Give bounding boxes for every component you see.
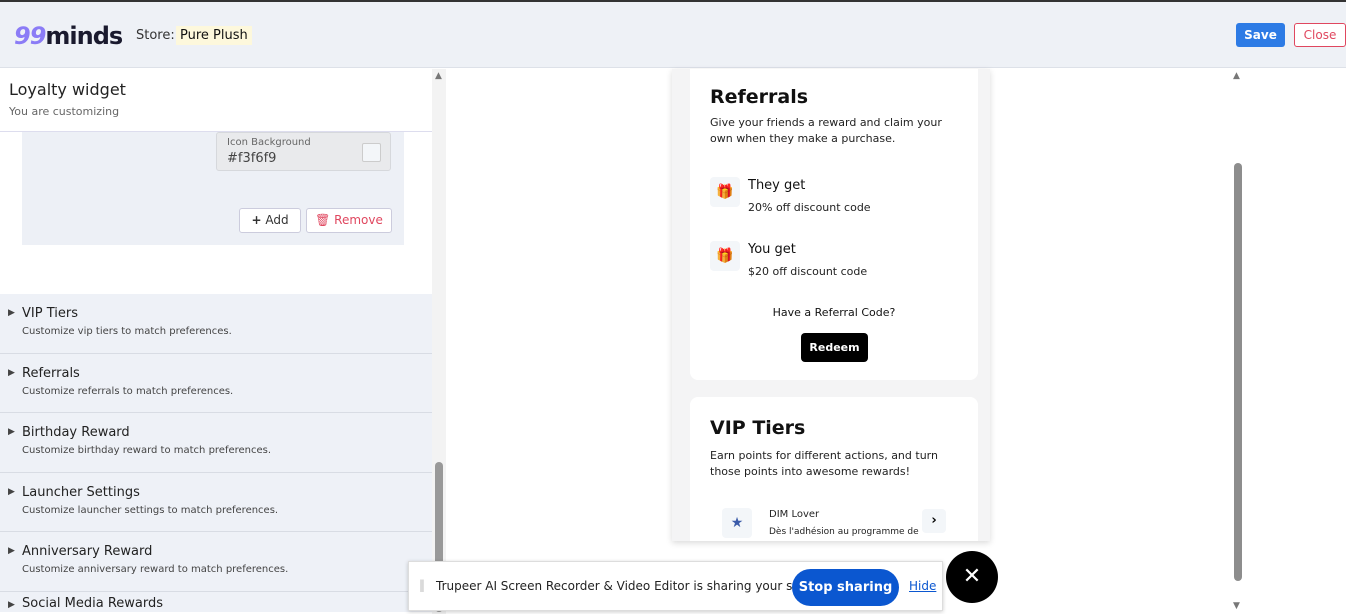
scrollbar-thumb[interactable] bbox=[1234, 163, 1242, 581]
store-name: Pure Plush bbox=[176, 26, 252, 45]
redeem-button[interactable]: Redeem bbox=[801, 333, 868, 362]
accordion-social-media-rewards[interactable]: ▶ Social Media Rewards bbox=[0, 591, 432, 612]
store-label: Store: bbox=[136, 28, 175, 43]
caret-right-icon: ▶ bbox=[8, 427, 15, 437]
tier-name: DIM Lover bbox=[769, 509, 820, 520]
icon-background-field[interactable]: Icon Background #f3f6f9 bbox=[216, 132, 391, 171]
accordion-anniversary-reward[interactable]: ▶ Anniversary Reward Customize anniversary… bbox=[0, 532, 432, 592]
you-get-title: You get bbox=[748, 242, 796, 257]
plus-icon: + bbox=[251, 213, 262, 227]
hide-link[interactable]: Hide bbox=[909, 579, 936, 593]
accordion-referrals[interactable]: ▶ Referrals Customize referrals to match p… bbox=[0, 353, 432, 413]
caret-right-icon: ▶ bbox=[8, 486, 15, 497]
panel-header: Loyalty widget You are customizing bbox=[0, 69, 432, 132]
accordion-vip-tiers[interactable]: ▶ VIP Tiers Customize vip tiers to match p… bbox=[0, 294, 432, 354]
caret-right-icon: ▶ bbox=[8, 546, 15, 556]
settings-panel: Icon Background #f3f6f9 + Add 🗑 Remove L… bbox=[0, 69, 432, 614]
panel-subtitle: You are customizing bbox=[9, 105, 120, 118]
accordion: ▶ VIP Tiers Customize vip tiers to match p… bbox=[0, 294, 432, 612]
add-button[interactable]: + Add bbox=[239, 208, 301, 233]
color-swatch[interactable] bbox=[362, 143, 381, 162]
close-widget-button[interactable]: ✕ bbox=[946, 551, 998, 603]
they-get-desc: 20% off discount code bbox=[748, 201, 871, 214]
chevron-right-icon[interactable]: › bbox=[922, 509, 946, 533]
star-icon: ★ bbox=[722, 508, 752, 538]
accordion-birthday-reward[interactable]: ▶ Birthday Reward Customize birthday rewar… bbox=[0, 413, 432, 473]
caret-right-icon: ▶ bbox=[8, 308, 15, 318]
accordion-launcher-settings[interactable]: ▶ Launcher Settings Customize launcher set… bbox=[0, 472, 432, 532]
trash-icon: 🗑 bbox=[315, 213, 331, 227]
app-header: 99minds Store: Pure Plush Save Close bbox=[0, 2, 1346, 68]
scroll-up-icon[interactable]: ▲ bbox=[435, 71, 442, 81]
referrals-desc: Give your friends a reward and claim you… bbox=[710, 116, 942, 145]
have-code-text: Have a Referral Code? bbox=[772, 306, 896, 319]
caret-right-icon: ▶ bbox=[8, 599, 15, 610]
item-config-box: Icon Background #f3f6f9 + Add 🗑 Remove bbox=[22, 132, 404, 245]
caret-right-icon: ▶ bbox=[8, 367, 15, 378]
field-value[interactable]: #f3f6f9 bbox=[227, 151, 276, 166]
preview-scrollbar[interactable]: ▲ ▼ bbox=[1230, 69, 1246, 614]
field-label: Icon Background bbox=[227, 137, 311, 148]
widget-preview: Referrals Give your friends a reward and… bbox=[672, 69, 990, 541]
save-button[interactable]: Save bbox=[1236, 23, 1285, 47]
share-message: Trupeer AI Screen Recorder & Video Edito… bbox=[436, 579, 830, 593]
vip-tiers-card: VIP Tiers Earn points for different acti… bbox=[690, 397, 978, 541]
gift-icon: 🎁 bbox=[710, 177, 740, 207]
referrals-title: Referrals bbox=[710, 86, 809, 108]
they-get-title: They get bbox=[748, 178, 806, 193]
drag-handle-icon[interactable]: ‖ bbox=[419, 578, 425, 592]
gift-icon: 🎁 bbox=[710, 241, 740, 271]
you-get-desc: $20 off discount code bbox=[748, 265, 868, 278]
close-icon: ✕ bbox=[962, 564, 982, 589]
screen-share-bar: ‖ Trupeer AI Screen Recorder & Video Edi… bbox=[408, 561, 943, 611]
close-button[interactable]: Close bbox=[1294, 23, 1346, 47]
tier-desc: Dès l'adhésion au programme de bbox=[769, 527, 919, 537]
remove-button[interactable]: 🗑 Remove bbox=[306, 208, 392, 233]
left-scrollbar[interactable]: ▲ bbox=[432, 69, 446, 614]
stop-sharing-button[interactable]: Stop sharing bbox=[792, 569, 899, 606]
scroll-down-icon[interactable]: ▼ bbox=[1233, 601, 1240, 611]
referrals-card: Referrals Give your friends a reward and… bbox=[690, 69, 978, 380]
logo: 99minds bbox=[14, 22, 123, 50]
vip-desc: Earn points for different actions, and t… bbox=[710, 449, 938, 478]
vip-title: VIP Tiers bbox=[710, 417, 806, 439]
panel-title: Loyalty widget bbox=[9, 80, 126, 99]
scroll-up-icon[interactable]: ▲ bbox=[1233, 71, 1240, 81]
